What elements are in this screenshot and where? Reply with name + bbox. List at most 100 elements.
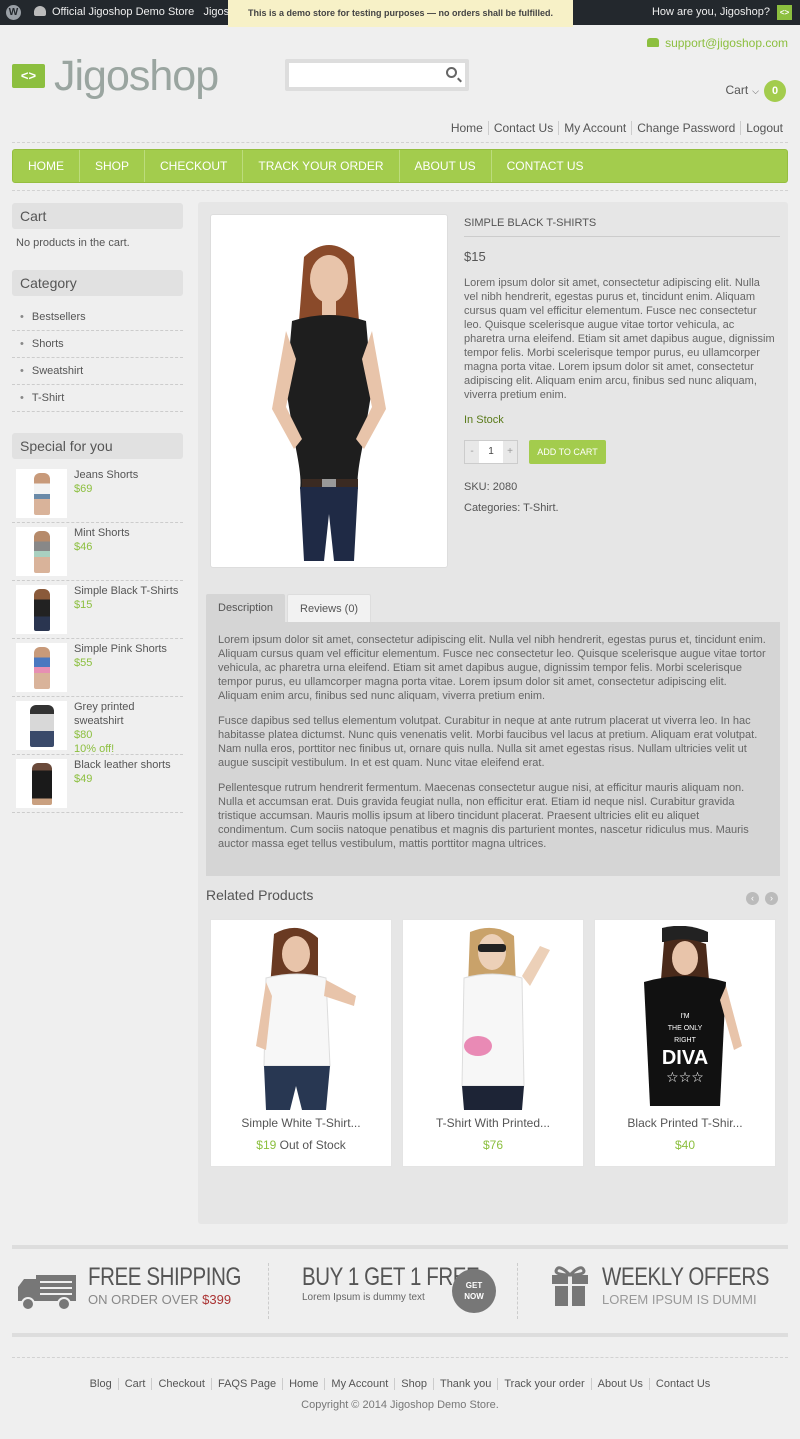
product-thumbnail[interactable] — [16, 643, 67, 692]
dashboard-icon — [34, 6, 46, 16]
product-categories: Categories: T-Shirt. — [464, 502, 559, 514]
admin-greeting[interactable]: How are you, Jigoshop? — [652, 6, 770, 18]
search-input[interactable] — [285, 59, 469, 91]
special-item-name[interactable]: Mint Shorts — [74, 526, 184, 540]
product-thumbnail[interactable] — [16, 759, 67, 808]
related-product-price: $76 — [482, 1138, 504, 1152]
special-item-price: $49 — [74, 773, 93, 785]
nav-checkout[interactable]: CHECKOUT — [145, 150, 244, 182]
category-tshirt[interactable]: T-Shirt — [12, 385, 183, 412]
special-item-name[interactable]: Simple Pink Shorts — [74, 642, 184, 656]
tab-description[interactable]: Description — [206, 594, 286, 622]
product-thumbnail[interactable] — [16, 469, 67, 518]
avatar-icon[interactable]: <> — [777, 5, 792, 20]
weekly-offers-promo[interactable]: WEEKLY OFFERS LOREM IPSUM IS DUMMI — [602, 1263, 800, 1307]
sidebar-cart-empty: No products in the cart. — [16, 237, 130, 249]
special-item-name[interactable]: Black leather shorts — [74, 758, 184, 772]
truck-icon — [18, 1275, 76, 1311]
special-item[interactable]: Jeans Shorts $69 — [12, 465, 183, 523]
footer-link-account[interactable]: My Account — [324, 1378, 395, 1390]
related-product-name[interactable]: Black Printed T-Shir... — [595, 1116, 775, 1130]
related-product-card[interactable]: Simple White T-Shirt... $19 Out of Stock — [210, 919, 392, 1167]
header-cart[interactable]: Cart ⌵ 0 — [726, 80, 786, 102]
special-item-price: $55 — [74, 657, 93, 669]
description-paragraph: Fusce dapibus sed tellus elementum volut… — [218, 715, 758, 769]
phone-icon — [647, 38, 660, 47]
footer-link-contact[interactable]: Contact Us — [648, 1378, 717, 1390]
footer-link-track-order[interactable]: Track your order — [497, 1378, 591, 1390]
promo-banner: FREE SHIPPING ON ORDER OVER $399 BUY 1 G… — [12, 1245, 788, 1337]
free-shipping-subtitle: ON ORDER OVER — [88, 1292, 199, 1307]
add-to-cart-button[interactable]: ADD TO CART — [529, 440, 606, 464]
wordpress-icon[interactable]: W — [6, 5, 21, 20]
related-product-card[interactable]: T-Shirt With Printed... $76 — [402, 919, 584, 1167]
demo-store-notice: This is a demo store for testing purpose… — [228, 0, 573, 27]
chevron-down-icon: ⌵ — [752, 86, 759, 96]
category-sweatshirt[interactable]: Sweatshirt — [12, 358, 183, 385]
gift-icon — [552, 1266, 588, 1306]
product-thumbnail[interactable] — [16, 701, 67, 750]
category-shorts[interactable]: Shorts — [12, 331, 183, 358]
free-shipping-promo[interactable]: FREE SHIPPING ON ORDER OVER $399 — [88, 1263, 275, 1307]
nav-contact[interactable]: CONTACT US — [492, 150, 599, 182]
nav-home[interactable]: HOME — [13, 150, 80, 182]
qty-plus-button[interactable]: + — [503, 441, 517, 463]
product-thumbnail[interactable] — [16, 527, 67, 576]
admin-site-link[interactable]: Official Jigoshop Demo Store Jigosh — [34, 6, 230, 18]
tab-reviews[interactable]: Reviews (0) — [287, 594, 372, 622]
footer-link-about[interactable]: About Us — [590, 1378, 649, 1390]
special-item-price: $69 — [74, 483, 93, 495]
product-title: SIMPLE BLACK T-SHIRTS — [464, 217, 780, 237]
footer-link-faqs[interactable]: FAQS Page — [210, 1378, 283, 1390]
product-sku: SKU: 2080 — [464, 481, 518, 493]
product-image[interactable] — [210, 214, 448, 568]
top-link-home[interactable]: Home — [446, 121, 488, 135]
footer-link-blog[interactable]: Blog — [84, 1378, 118, 1390]
prev-arrow-icon[interactable]: ‹ — [746, 892, 759, 905]
category-bestsellers[interactable]: Bestsellers — [12, 304, 183, 331]
qty-input[interactable]: 1 — [479, 441, 503, 463]
related-product-name[interactable]: T-Shirt With Printed... — [403, 1116, 583, 1130]
search-icon[interactable] — [446, 67, 457, 78]
admin-bar: W Official Jigoshop Demo Store Jigosh Th… — [0, 0, 800, 27]
footer-link-checkout[interactable]: Checkout — [151, 1378, 211, 1390]
footer-link-shop[interactable]: Shop — [394, 1378, 433, 1390]
special-item[interactable]: Simple Pink Shorts $55 — [12, 639, 183, 697]
special-item[interactable]: Simple Black T-Shirts $15 — [12, 581, 183, 639]
get-now-badge[interactable]: GET NOW — [452, 1269, 496, 1313]
footer-link-thank-you[interactable]: Thank you — [432, 1378, 498, 1390]
top-link-account[interactable]: My Account — [558, 121, 632, 135]
footer-link-cart[interactable]: Cart — [117, 1378, 152, 1390]
sidebar-category: Category Bestsellers Shorts Sweatshirt T… — [12, 270, 183, 412]
nav-about[interactable]: ABOUT US — [400, 150, 492, 182]
nav-shop[interactable]: SHOP — [80, 150, 146, 182]
special-item-name[interactable]: Grey printed sweatshirt — [74, 700, 184, 728]
top-link-change-password[interactable]: Change Password — [631, 121, 741, 135]
related-product-price: $19 — [256, 1138, 277, 1152]
special-item[interactable]: Mint Shorts $46 — [12, 523, 183, 581]
special-item-name[interactable]: Jeans Shorts — [74, 468, 184, 482]
sidebar-special: Special for you Jeans Shorts $69 Mint Sho… — [12, 433, 183, 813]
svg-text:RIGHT: RIGHT — [674, 1037, 697, 1044]
special-item-price: $80 — [74, 729, 93, 741]
related-product-image: I'M THE ONLY RIGHT DIVA ☆☆☆ — [644, 926, 742, 1106]
product-main: SIMPLE BLACK T-SHIRTS $15 Lorem ipsum do… — [198, 202, 788, 1224]
qty-minus-button[interactable]: - — [465, 441, 479, 463]
special-item-name[interactable]: Simple Black T-Shirts — [74, 584, 184, 598]
footer-link-home[interactable]: Home — [282, 1378, 325, 1390]
top-link-logout[interactable]: Logout — [740, 121, 788, 135]
special-item[interactable]: Grey printed sweatshirt $80 10% off! — [12, 697, 183, 755]
free-shipping-amount: $399 — [202, 1292, 232, 1307]
top-link-contact[interactable]: Contact Us — [487, 121, 559, 135]
related-product-card[interactable]: I'M THE ONLY RIGHT DIVA ☆☆☆ Black Printe… — [594, 919, 776, 1167]
cart-count-badge: 0 — [764, 80, 786, 102]
related-product-name[interactable]: Simple White T-Shirt... — [211, 1116, 391, 1130]
svg-text:I'M: I'M — [680, 1013, 689, 1020]
logo-mark: <> — [12, 64, 45, 88]
special-item[interactable]: Black leather shorts $49 — [12, 755, 183, 813]
svg-text:THE ONLY: THE ONLY — [668, 1025, 703, 1032]
next-arrow-icon[interactable]: › — [765, 892, 778, 905]
support-email[interactable]: support@jigoshop.com — [647, 36, 788, 50]
product-thumbnail[interactable] — [16, 585, 67, 634]
nav-track-order[interactable]: TRACK YOUR ORDER — [243, 150, 400, 182]
